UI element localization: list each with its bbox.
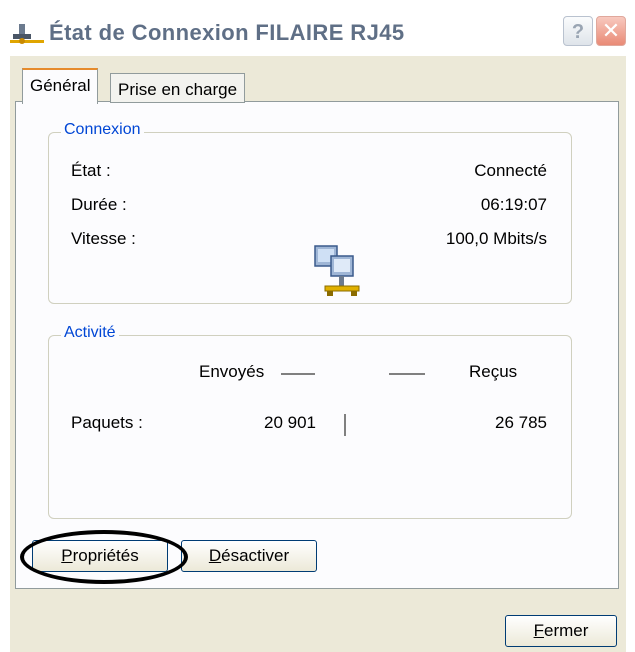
tab-general[interactable]: Général xyxy=(22,68,99,104)
proprietes-accesskey: P xyxy=(61,546,73,565)
window-title: État de Connexion FILAIRE RJ45 xyxy=(49,20,405,45)
paquets-envoyes-value: 20 901 xyxy=(264,413,316,432)
etat-value: Connecté xyxy=(474,161,547,180)
duree-label: Durée : xyxy=(71,195,127,214)
tab-prise-en-charge[interactable]: Prise en charge xyxy=(110,73,246,103)
desactiver-accesskey: D xyxy=(208,546,222,565)
duree-value: 06:19:07 xyxy=(480,195,547,214)
etat-label: État : xyxy=(71,161,111,180)
proprietes-label: ropriétés xyxy=(72,546,139,565)
help-button[interactable]: ? xyxy=(563,16,593,46)
fermer-button[interactable]: Fermer xyxy=(505,615,617,647)
sent-connector-line xyxy=(281,373,315,375)
fermer-accesskey: F xyxy=(533,621,544,640)
close-window-button[interactable]: ✕ xyxy=(596,16,626,46)
received-connector-line xyxy=(389,373,425,375)
tab-panel-general: Connexion État : Connecté Durée : 06:19:… xyxy=(15,101,619,589)
vitesse-value: 100,0 Mbits/s xyxy=(445,229,547,248)
connexion-group-title: Connexion xyxy=(61,121,144,139)
proprietes-button[interactable]: Propriétés xyxy=(32,540,168,572)
recus-label: Reçus xyxy=(469,362,518,381)
envoyes-label: Envoyés xyxy=(199,362,265,381)
activite-group: Activité Envoyés Reçus Paquets : 20 901 … xyxy=(48,324,572,519)
desactiver-label: ésactiver xyxy=(221,546,290,565)
fermer-label: ermer xyxy=(543,621,589,640)
vitesse-label: Vitesse : xyxy=(71,229,136,248)
network-activity-icon xyxy=(314,245,360,296)
desactiver-button[interactable]: Désactiver xyxy=(181,540,317,572)
network-connection-icon xyxy=(10,24,44,44)
paquets-recus-value: 26 785 xyxy=(495,413,547,432)
activity-divider-line xyxy=(344,414,346,436)
title-bar: État de Connexion FILAIRE RJ45 ? ✕ xyxy=(0,0,635,56)
paquets-label: Paquets : xyxy=(71,413,143,432)
activite-group-title: Activité xyxy=(61,324,119,342)
